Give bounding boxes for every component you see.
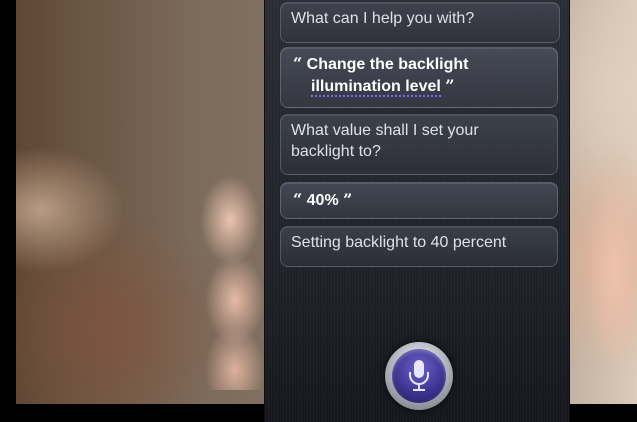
siri-bubble-question: What value shall I set your backlight to… [280,114,558,175]
siri-prompt-text: What can I help you with? [291,10,475,27]
siri-bubble-confirmation: Setting backlight to 40 percent [280,226,558,267]
user-request-line1: “ Change the backlight [293,54,469,73]
siri-confirmation-text: Setting backlight to 40 percent [291,234,507,251]
close-quote: ” [343,190,353,209]
siri-bubble-prompt: What can I help you with? [280,2,560,43]
siri-mic-button[interactable] [385,342,453,410]
user-request-line2: illumination level ” [311,76,455,97]
siri-question-line2: backlight to? [291,143,381,160]
user-answer-text: 40% [306,192,339,209]
right-thumb [570,150,637,400]
mic-inner-disc[interactable] [392,349,446,403]
microphone-icon [409,360,429,391]
user-bubble-answer: “ 40% ” [280,182,558,219]
open-quote: “ [293,190,303,209]
left-border [0,0,16,404]
open-quote: “ [293,54,303,73]
user-bubble-request: “ Change the backlight illumination leve… [280,47,558,108]
close-quote: ” [445,76,455,95]
siri-question-line1: What value shall I set your [291,122,479,139]
